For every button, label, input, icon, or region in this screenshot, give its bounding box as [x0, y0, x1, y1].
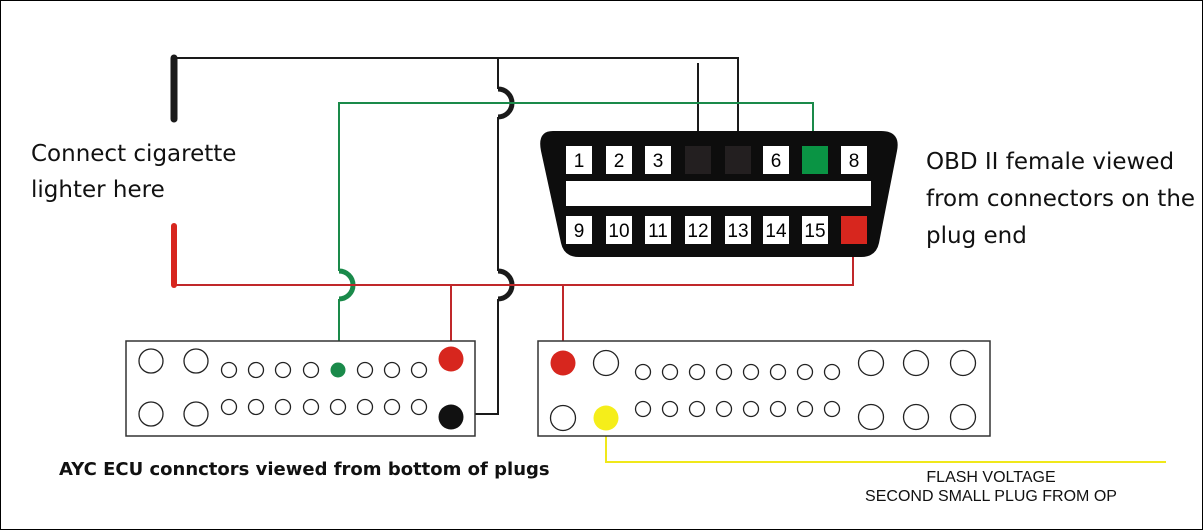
ecu-pin-red: [438, 346, 464, 372]
ecu-pin: [949, 403, 977, 431]
obd-pin-number: 6: [771, 151, 782, 172]
ecu-pin: [302, 398, 320, 416]
ecu-pin: [274, 361, 292, 379]
obd-pin-number: 13: [727, 221, 748, 242]
obd-pin-number: 3: [653, 151, 664, 172]
obd-pin-number: 14: [765, 221, 787, 242]
obd-pin-7: [802, 146, 828, 174]
label-line: OBD II female viewed: [926, 149, 1175, 175]
obd-label: OBD II female viewed from connectors on …: [926, 144, 1195, 255]
ecu-pin: [769, 400, 787, 418]
ecu-pin: [688, 400, 706, 418]
ecu-pin: [634, 400, 652, 418]
ecu-pin: [220, 398, 238, 416]
ecu-pin-red: [550, 350, 576, 376]
ecu-pin: [592, 349, 620, 377]
obd-pin-5: [725, 146, 751, 174]
ecu-pin-black: [438, 404, 464, 430]
ecu-pin: [902, 403, 930, 431]
obd-pin-16: [841, 216, 867, 244]
ecu-pin: [410, 398, 428, 416]
ecu-pin: [823, 363, 841, 381]
ecu-pin: [302, 361, 320, 379]
label-line: plug end: [926, 223, 1027, 249]
ecu-pin: [857, 403, 885, 431]
label-line: lighter here: [31, 177, 165, 203]
obd-pin-number: 1: [574, 151, 585, 172]
ecu-pin: [857, 349, 885, 377]
label-line: SECOND SMALL PLUG FROM OP: [865, 488, 1117, 505]
ecu-pin: [549, 404, 577, 432]
ecu-pin: [742, 400, 760, 418]
ecu-caption: AYC ECU connctors viewed from bottom of …: [59, 459, 550, 480]
flash-voltage-label: FLASH VOLTAGE SECOND SMALL PLUG FROM OP: [801, 468, 1181, 506]
ecu-pin: [247, 398, 265, 416]
ecu-pin: [949, 349, 977, 377]
ecu-pin: [661, 400, 679, 418]
ecu-pin: [796, 400, 814, 418]
ecu-pin: [715, 400, 733, 418]
ecu-pin: [356, 361, 374, 379]
ecu-pin: [715, 363, 733, 381]
ecu-pin: [138, 401, 164, 427]
ecu-pin: [383, 398, 401, 416]
cigarette-lighter-label: Connect cigarette lighter here: [31, 136, 236, 208]
ecu-pin: [902, 349, 930, 377]
obd-pin-number: 9: [574, 221, 585, 242]
ecu-pin: [796, 363, 814, 381]
ecu-pin: [769, 363, 787, 381]
obd-pin-number: 15: [804, 221, 825, 242]
ecu-connector-left: [125, 340, 476, 437]
ecu-pin: [383, 361, 401, 379]
ecu-pin-yellow: [593, 405, 619, 431]
ecu-pin: [183, 348, 209, 374]
obd-pin-number: 11: [648, 221, 668, 242]
ecu-pin: [823, 400, 841, 418]
ecu-pin: [247, 361, 265, 379]
ecu-pin: [329, 398, 347, 416]
obd-pin-number: 2: [614, 151, 625, 172]
obd-pin-number: 8: [849, 151, 860, 172]
obd-pin-number: 12: [687, 221, 708, 242]
ecu-pin: [220, 361, 238, 379]
ecu-pin: [183, 401, 209, 427]
obd-pin-4: [685, 146, 711, 174]
ecu-pin: [661, 363, 679, 381]
label-line: from connectors on the: [926, 186, 1196, 212]
ecu-pin: [356, 398, 374, 416]
ecu-pin: [138, 348, 164, 374]
obd-pin-number: 10: [608, 221, 629, 242]
ecu-pin: [274, 398, 292, 416]
ecu-pin: [634, 363, 652, 381]
ecu-pin-green: [330, 362, 346, 378]
ecu-pin: [410, 361, 428, 379]
obd-connector: 1 2 3 6 89 10 11 12 13 14 15: [540, 131, 898, 257]
ecu-pin: [688, 363, 706, 381]
label-line: Connect cigarette: [31, 141, 237, 167]
diagram-canvas: 1 2 3 6 89 10 11 12 13 14 15: [125, 54, 1166, 463]
wiring-diagram: 1 2 3 6 8 9 10 11 12 13 14 15 Connect cigarette lig…: [0, 0, 1203, 530]
label-line: FLASH VOLTAGE: [926, 469, 1056, 486]
ecu-pin: [742, 363, 760, 381]
